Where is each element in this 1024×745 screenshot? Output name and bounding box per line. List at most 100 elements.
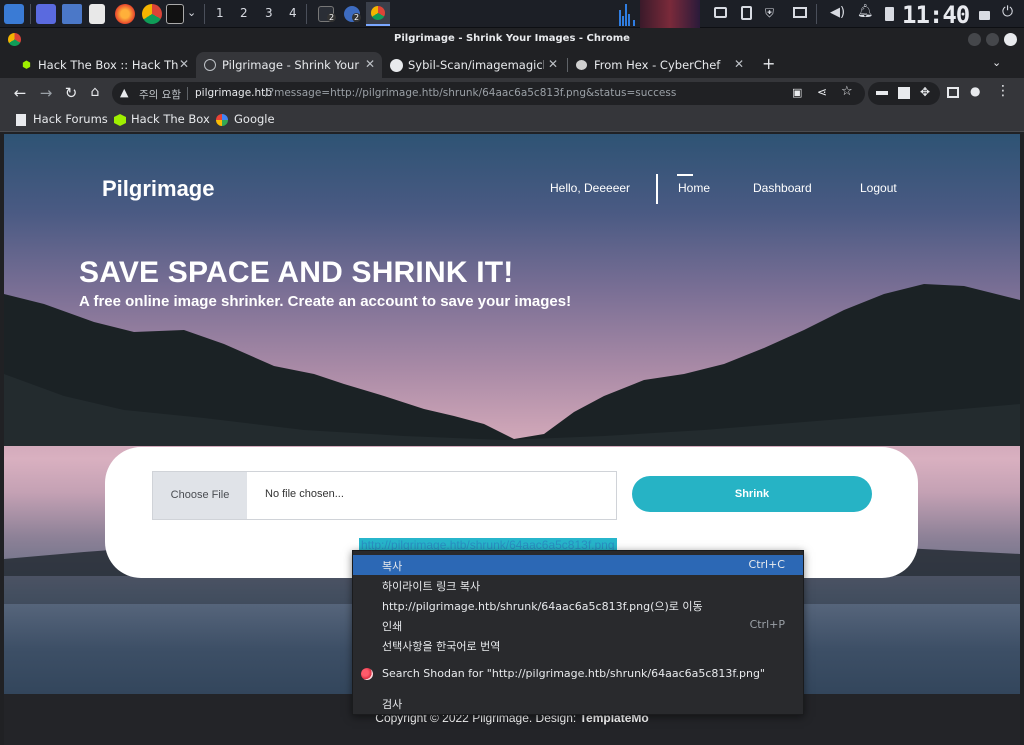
window-chrome-active[interactable] <box>366 2 390 26</box>
reload-icon[interactable]: ↻ <box>62 84 80 102</box>
tab-label: Pilgrimage - Shrink Your I <box>222 58 362 72</box>
monitor-icon[interactable] <box>793 7 807 18</box>
back-icon[interactable]: ← <box>11 84 29 102</box>
tab-github[interactable]: Sybil-Scan/imagemagick-l ✕ <box>382 52 566 78</box>
taskbar-separator <box>30 4 31 24</box>
system-taskbar: ⌄ 1 2 3 4 2 2 ⛨ ◀) 🔔︎ 11:40 ⏻ <box>0 0 1024 29</box>
warning-icon: ▲ <box>120 86 129 99</box>
extensions-area: ✥ <box>868 82 940 105</box>
text-editor-icon[interactable] <box>89 4 105 24</box>
menu-item-copy[interactable]: 복사 Ctrl+C <box>353 555 803 575</box>
volume-icon[interactable]: ◀) <box>830 5 845 20</box>
vpn-icon[interactable]: ⛨ <box>765 6 774 21</box>
close-icon[interactable]: ✕ <box>734 57 744 71</box>
globe-icon <box>204 59 216 71</box>
tab-strip: ⬢ Hack The Box :: Hack The B ✕ Pilgrimag… <box>0 50 1024 78</box>
nav-logout-link[interactable]: Logout <box>860 181 897 195</box>
shrink-button[interactable]: Shrink <box>632 476 872 512</box>
hero-title: SAVE SPACE AND SHRINK IT! <box>79 256 514 289</box>
greeting-text: Hello, Deeeeer <box>550 181 631 195</box>
url-host: pilgrimage.htb <box>195 87 272 99</box>
clock[interactable]: 11:40 <box>902 1 970 29</box>
menu-item-shortcut: Ctrl+C <box>748 558 785 571</box>
app-launcher-icon[interactable] <box>4 4 24 24</box>
chevron-down-icon[interactable]: ⌄ <box>187 6 196 19</box>
bookmark-hack-the-box[interactable]: Hack The Box <box>131 112 210 126</box>
bookmark-hack-forums[interactable]: Hack Forums <box>33 112 108 126</box>
power-icon[interactable]: ⏻ <box>1002 4 1013 20</box>
screen-icon[interactable] <box>714 7 727 18</box>
menu-item-label: 하이라이트 링크 복사 <box>382 580 481 593</box>
notifications-icon[interactable]: 🔔︎ <box>857 4 874 19</box>
tab-search-icon[interactable]: ⌄ <box>992 56 1001 69</box>
choose-file-button[interactable]: Choose File <box>153 472 247 519</box>
menu-item-label: 복사 <box>382 560 403 573</box>
close-icon[interactable]: ✕ <box>179 57 189 71</box>
minimize-button[interactable] <box>968 33 981 46</box>
menu-item-search-shodan[interactable]: Search Shodan for "http://pilgrimage.htb… <box>353 664 803 684</box>
menu-item-translate[interactable]: 선택사항을 한국어로 번역 <box>353 635 803 655</box>
tab-label: From Hex - CyberChef <box>594 58 721 72</box>
context-menu: 복사 Ctrl+C 하이라이트 링크 복사 http://pilgrimage.… <box>352 550 804 715</box>
menu-item-print[interactable]: 인쇄 Ctrl+P <box>353 615 803 635</box>
nav-home-link[interactable]: Home <box>678 181 710 195</box>
tab-cyberchef[interactable]: From Hex - CyberChef ✕ <box>568 52 752 78</box>
address-bar[interactable]: ▲ 주의 요함 pilgrimage.htb /?message=http://… <box>112 82 865 105</box>
browser-toolbar: ← → ↻ ⌂ ▲ 주의 요함 pilgrimage.htb /?message… <box>0 78 1024 108</box>
close-icon[interactable]: ✕ <box>548 57 558 71</box>
site-logo[interactable]: Pilgrimage <box>102 176 214 202</box>
lock-icon[interactable] <box>979 11 990 20</box>
menu-item-label: 인쇄 <box>382 620 403 633</box>
workspace-1[interactable]: 1 <box>216 6 224 20</box>
home-icon[interactable]: ⌂ <box>86 84 104 100</box>
firefox-icon[interactable] <box>115 4 135 24</box>
menu-item-label: 검사 <box>382 698 403 711</box>
new-tab-button[interactable]: + <box>762 54 775 73</box>
bookmark-google[interactable]: Google <box>234 112 275 126</box>
chrome-icon <box>371 6 385 20</box>
menu-item-shortcut: Ctrl+P <box>749 618 785 631</box>
tab-label: Hack The Box :: Hack The B <box>38 58 178 72</box>
desktop-icon[interactable] <box>36 4 56 24</box>
menu-icon[interactable]: ⋮ <box>996 83 1010 99</box>
terminal-icon[interactable] <box>166 4 184 24</box>
share-icon[interactable]: ⋖ <box>817 85 827 99</box>
menu-item-go-to-url[interactable]: http://pilgrimage.htb/shrunk/64aac6a5c81… <box>353 595 803 615</box>
profile-icon[interactable]: ● <box>970 84 980 98</box>
maximize-button[interactable] <box>986 33 999 46</box>
hackthebox-icon: ⬢ <box>22 60 31 71</box>
bookmark-star-icon[interactable]: ☆ <box>841 84 853 99</box>
nav-dashboard-link[interactable]: Dashboard <box>753 181 812 195</box>
security-label[interactable]: 주의 요함 <box>139 87 181 102</box>
workspace-2[interactable]: 2 <box>240 6 248 20</box>
taskbar-separator <box>816 4 817 24</box>
puzzle-icon[interactable]: ✥ <box>920 85 930 99</box>
close-icon[interactable]: ✕ <box>365 57 375 71</box>
battery-icon[interactable] <box>885 7 894 21</box>
workspace-4[interactable]: 4 <box>289 6 297 20</box>
browser-window: Pilgrimage - Shrink Your Images - Chrome… <box>0 28 1024 745</box>
forward-icon[interactable]: → <box>37 84 55 102</box>
hackforums-icon <box>16 114 26 126</box>
window-title: Pilgrimage - Shrink Your Images - Chrome <box>394 33 630 44</box>
translate-icon[interactable]: ▣ <box>792 86 802 99</box>
file-status-text: No file chosen... <box>265 488 344 500</box>
extension-icon[interactable] <box>876 91 888 95</box>
file-manager-icon[interactable] <box>62 4 82 24</box>
menu-item-copy-highlight-link[interactable]: 하이라이트 링크 복사 <box>353 575 803 595</box>
taskbar-separator <box>306 4 307 24</box>
clipboard-icon[interactable] <box>741 6 752 20</box>
tab-pilgrimage[interactable]: Pilgrimage - Shrink Your I ✕ <box>196 52 382 78</box>
workspace-3[interactable]: 3 <box>265 6 273 20</box>
file-input[interactable]: Choose File No file chosen... <box>152 471 617 520</box>
side-panel-icon[interactable] <box>947 87 959 98</box>
extension-icon[interactable] <box>898 87 910 99</box>
hackthebox-icon <box>114 114 126 126</box>
window-titlebar[interactable]: Pilgrimage - Shrink Your Images - Chrome <box>0 28 1024 50</box>
hero-subtitle: A free online image shrinker. Create an … <box>79 293 572 310</box>
menu-item-inspect[interactable]: 검사 <box>353 693 803 713</box>
tab-hackthebox[interactable]: ⬢ Hack The Box :: Hack The B ✕ <box>12 52 196 78</box>
chrome-icon[interactable] <box>142 4 162 24</box>
close-button[interactable] <box>1004 33 1017 46</box>
google-icon <box>216 114 228 126</box>
